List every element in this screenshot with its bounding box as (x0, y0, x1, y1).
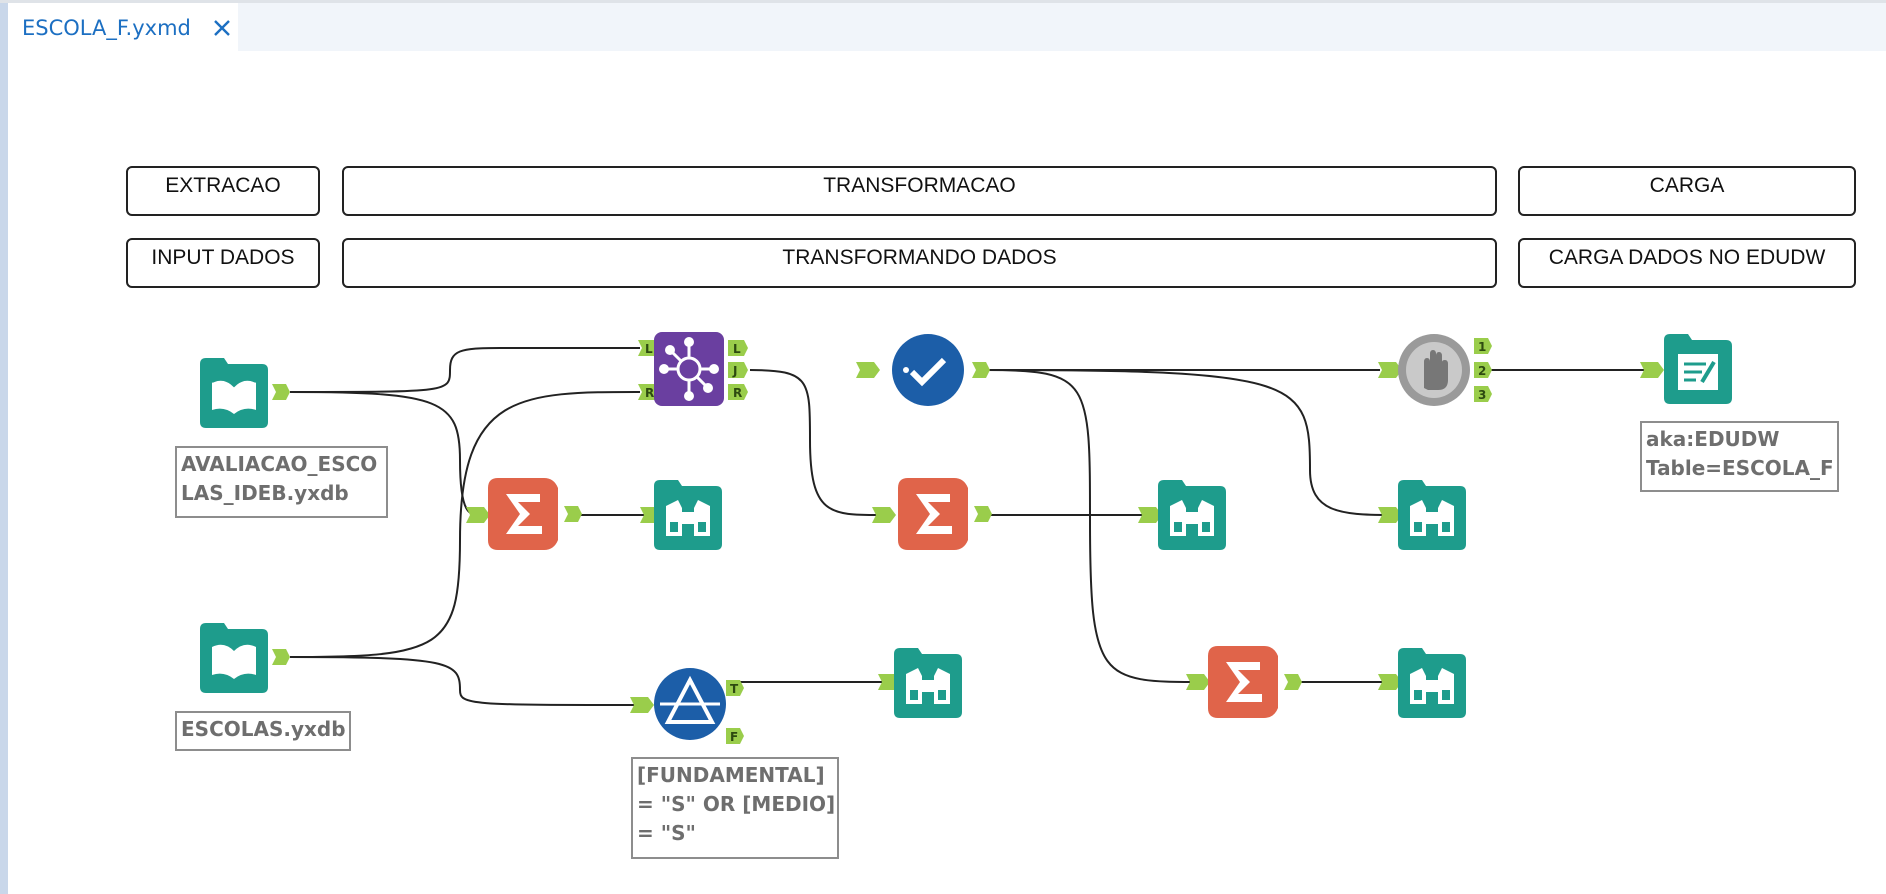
browse-tool-5[interactable] (1396, 646, 1470, 720)
output-data-tool[interactable] (1662, 332, 1736, 406)
output-file-icon (1664, 334, 1732, 404)
browse-tool-1[interactable] (652, 478, 726, 552)
join-anchor-j-out: J (732, 364, 737, 378)
browse-tool-3[interactable] (1396, 478, 1470, 552)
block-anchor-1: 1 (1478, 340, 1486, 354)
hand-stop-icon: 1 2 3 (1398, 334, 1492, 406)
book-icon (200, 358, 290, 428)
book-icon (200, 623, 290, 693)
binoculars-icon (1158, 480, 1226, 550)
annotation-filter: [FUNDAMENTAL] = "S" OR [MEDIO] = "S" (631, 757, 839, 859)
input-data-tool-2[interactable] (198, 621, 293, 695)
filter-icon: T F (654, 668, 744, 744)
summarize-tool-2[interactable] (894, 476, 994, 552)
sigma-icon (898, 478, 992, 550)
annotation-input-1: AVALIACAO_ESCO LAS_IDEB.yxdb (175, 446, 388, 518)
checkmark-icon (892, 334, 990, 406)
input-data-tool-1[interactable] (198, 356, 293, 430)
join-anchor-r-in: R (645, 386, 654, 400)
join-anchor-l-out: L (733, 342, 741, 356)
summarize-tool-1[interactable] (484, 476, 584, 552)
join-anchor-l-in: L (645, 342, 653, 356)
join-icon: L R L J R (638, 332, 748, 406)
sigma-icon (488, 478, 582, 550)
binoculars-icon (1398, 480, 1466, 550)
binoculars-icon (894, 648, 962, 718)
join-anchor-r-out: R (733, 386, 742, 400)
join-tool[interactable]: L R L J R (630, 330, 760, 410)
browse-tool-2[interactable] (1156, 478, 1230, 552)
binoculars-icon (654, 480, 722, 550)
sigma-icon (1208, 646, 1302, 718)
filter-anchor-t: T (730, 682, 739, 696)
browse-tool-4[interactable] (892, 646, 966, 720)
filter-tool[interactable]: T F (650, 666, 760, 746)
block-anchor-3: 3 (1478, 388, 1486, 402)
block-until-done-tool[interactable]: 1 2 3 (1396, 330, 1496, 410)
select-tool[interactable] (890, 332, 1000, 408)
block-anchor-2: 2 (1478, 364, 1486, 378)
annotation-input-2: ESCOLAS.yxdb (175, 711, 351, 751)
filter-anchor-f: F (730, 730, 738, 744)
summarize-tool-3[interactable] (1204, 644, 1304, 720)
binoculars-icon (1398, 648, 1466, 718)
annotation-output: aka:EDUDW Table=ESCOLA_F (1640, 421, 1839, 492)
